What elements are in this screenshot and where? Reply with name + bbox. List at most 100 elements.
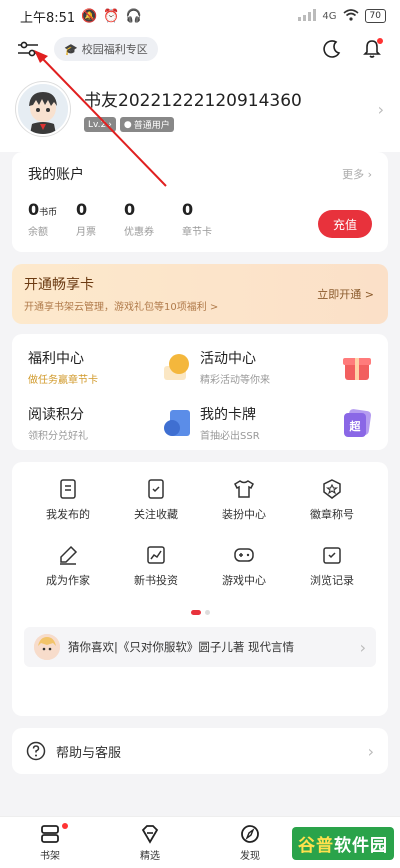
my-cards-title: 我的卡牌 <box>200 407 256 423</box>
recharge-button[interactable]: 充值 <box>318 210 372 238</box>
badge-icon <box>323 479 341 499</box>
network-type: 4G <box>322 10 337 22</box>
account-coupon[interactable]: 0 优惠券 <box>124 200 168 238</box>
coupon-label: 优惠券 <box>124 227 154 238</box>
tool-label: 新书投资 <box>134 574 178 587</box>
shirt-icon <box>234 480 254 498</box>
graduation-cap-icon: 🎓 <box>64 42 78 56</box>
nav-label: 书架 <box>40 850 60 862</box>
nav-label: 精选 <box>140 850 160 862</box>
my-cards-subtitle: 首抽必出SSR <box>200 431 260 442</box>
coupon-value: 0 <box>124 200 136 219</box>
watermark-part1: 谷普 <box>298 836 334 856</box>
notification-dot <box>377 38 383 44</box>
help-label: 帮助与客服 <box>56 745 122 761</box>
recommend-text: 猜你喜欢|《只对你服软》圆子儿著 现代言情 <box>68 640 295 654</box>
account-chapter-card[interactable]: 0 章节卡 <box>182 200 226 238</box>
tool-favorites[interactable]: 关注收藏 <box>112 478 200 522</box>
level-badge: Lv.2 › <box>84 117 116 132</box>
welfare-center[interactable]: 福利中心 做任务赢章节卡 <box>28 348 200 386</box>
status-time: 上午8:51 <box>20 10 76 26</box>
svg-text:超: 超 <box>349 419 362 433</box>
nav-discover[interactable]: 发现 <box>200 817 300 868</box>
account-card: 我的账户 更多 › 0书币 余额 0 月票 0 优惠券 0 章节卡 充值 <box>12 152 388 252</box>
account-title: 我的账户 <box>28 167 84 183</box>
tool-label: 游戏中心 <box>222 574 266 587</box>
bookshelf-dot <box>62 823 68 829</box>
battery-indicator: 70 <box>364 9 386 23</box>
chevron-right-icon: › <box>108 119 112 130</box>
campus-chip-label: 校园福利专区 <box>81 43 148 56</box>
vip-open-button[interactable]: 立即开通 > <box>317 286 374 302</box>
notification-button[interactable] <box>358 35 386 63</box>
coin-icon <box>164 354 189 380</box>
tool-label: 浏览记录 <box>310 574 354 587</box>
page-indicator <box>24 610 376 615</box>
tools-card: 我发布的 关注收藏 装扮中心 徽章称号 成为作家 新书投资 游戏中心 浏览记录 <box>12 462 388 716</box>
page-dot-active <box>190 610 201 615</box>
book-points-icon <box>164 410 190 436</box>
nav-label: 发现 <box>240 850 260 862</box>
tool-dressup-center[interactable]: 装扮中心 <box>200 478 288 522</box>
chevron-right-icon: › <box>359 637 366 657</box>
tool-browse-history[interactable]: 浏览记录 <box>288 544 376 588</box>
status-bar: 上午8:51 🔕 ⏰ 🎧 4G 70 <box>0 0 400 32</box>
tool-label: 装扮中心 <box>222 508 266 521</box>
tool-new-book-invest[interactable]: 新书投资 <box>112 544 200 588</box>
recommend-banner[interactable]: 猜你喜欢|《只对你服软》圆子儿著 现代言情 › <box>24 627 376 667</box>
tool-label: 我发布的 <box>46 508 90 521</box>
tool-label: 徽章称号 <box>310 508 354 521</box>
bookmark-check-icon <box>148 479 164 499</box>
reading-points[interactable]: 阅读积分 领积分兑好礼 <box>28 404 200 442</box>
card-icon: 超 <box>344 409 372 437</box>
chart-icon <box>147 546 165 564</box>
tool-my-published[interactable]: 我发布的 <box>24 478 112 522</box>
welfare-center-title: 福利中心 <box>28 351 84 367</box>
nav-featured[interactable]: 精选 <box>100 817 200 868</box>
vip-banner[interactable]: 开通畅享卡 开通享书架云管理，游戏礼包等10项福利 > 立即开通 > <box>12 264 388 324</box>
welfare-card: 福利中心 做任务赢章节卡 活动中心 精彩活动等你来 阅读积分 领积分兑好礼 我的卡牌首… <box>12 334 388 450</box>
mute-icon: 🔕 <box>81 8 98 24</box>
account-more-label: 更多 <box>342 168 365 181</box>
account-monthly-ticket[interactable]: 0 月票 <box>76 200 120 238</box>
username: 书友20221222120914360 <box>84 91 302 111</box>
tool-badges[interactable]: 徽章称号 <box>288 478 376 522</box>
bookshelf-icon <box>41 824 59 843</box>
bottom-nav: 书架 精选 发现 谷普软件园 <box>0 816 400 868</box>
activity-center-subtitle: 精彩活动等你来 <box>200 375 270 386</box>
wifi-icon <box>343 8 359 24</box>
reading-points-title: 阅读积分 <box>28 407 84 423</box>
avatar[interactable] <box>16 82 70 136</box>
night-mode-button[interactable] <box>318 35 346 63</box>
role-badge: ● 普通用户 <box>119 117 174 132</box>
activity-center[interactable]: 活动中心 精彩活动等你来 <box>200 348 372 386</box>
page-dot <box>204 610 210 615</box>
tool-become-writer[interactable]: 成为作家 <box>24 544 112 588</box>
top-bar: 🎓 校园福利专区 <box>0 32 400 66</box>
help-service-row[interactable]: 帮助与客服 › <box>12 728 388 774</box>
my-cards[interactable]: 我的卡牌首抽必出SSR 超 <box>200 404 372 442</box>
chapter-card-label: 章节卡 <box>182 227 212 238</box>
gamepad-icon <box>234 548 254 562</box>
campus-welfare-chip[interactable]: 🎓 校园福利专区 <box>54 37 158 61</box>
document-icon <box>60 479 76 499</box>
level-label: Lv.2 <box>88 119 107 130</box>
moon-icon <box>323 40 341 58</box>
pen-icon <box>60 545 78 565</box>
settings-sliders-icon[interactable] <box>14 35 42 63</box>
nav-bookshelf[interactable]: 书架 <box>0 817 100 868</box>
profile-header[interactable]: 书友20221222120914360 Lv.2 › ● 普通用户 › <box>0 66 400 152</box>
compass-icon <box>241 824 259 843</box>
history-icon <box>323 547 341 564</box>
signal-icon <box>298 8 317 24</box>
chevron-right-icon: › <box>367 741 374 761</box>
account-balance[interactable]: 0书币 余额 <box>28 200 72 238</box>
balance-unit: 书币 <box>39 208 58 218</box>
tool-game-center[interactable]: 游戏中心 <box>200 544 288 588</box>
tool-label: 成为作家 <box>46 574 90 587</box>
chevron-right-icon: › <box>377 99 384 119</box>
chapter-card-value: 0 <box>182 200 194 219</box>
role-label: 普通用户 <box>133 121 170 131</box>
account-more-link[interactable]: 更多 › <box>342 166 372 182</box>
user-icon: ● <box>123 119 132 130</box>
